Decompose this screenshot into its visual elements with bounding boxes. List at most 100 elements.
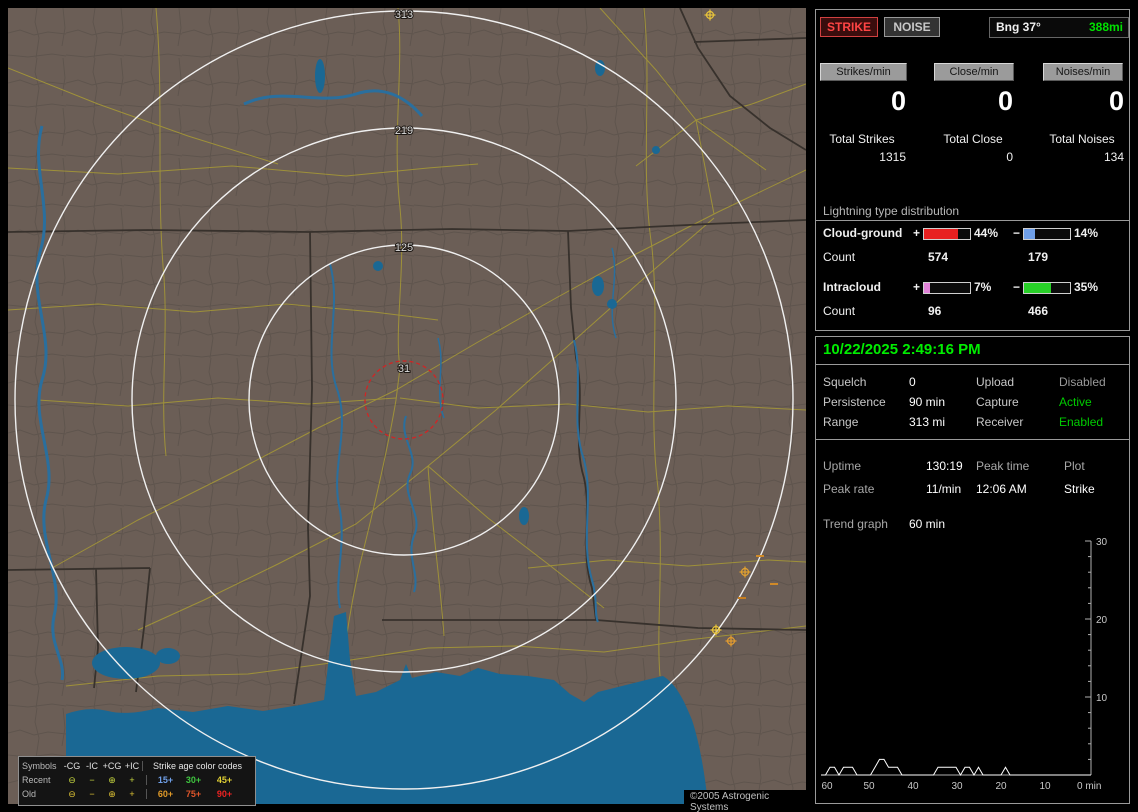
age-30-label: 30+ — [185, 775, 202, 785]
legend-old-row: Old ⊖ − ⊕ + 60+ 75+ 90+ — [22, 787, 252, 801]
xtick-50: 50 — [863, 781, 875, 792]
total-close-value: 0 — [1006, 150, 1013, 164]
neg-ic-icon: − — [89, 775, 95, 785]
legend-header-pos-ic: +IC — [124, 761, 140, 771]
minus-sign: − — [1013, 226, 1021, 240]
legend-header-neg-cg: -CG — [63, 761, 81, 771]
age-75-label: 75+ — [185, 789, 202, 799]
plot-label: Plot — [1064, 459, 1085, 473]
ring-label-219: 219 — [395, 125, 413, 137]
total-noises-value: 134 — [1103, 150, 1124, 164]
cg-plus-count: 574 — [928, 250, 949, 264]
map-view[interactable]: 31 125 219 313 Symbols -CG -IC +CG +IC S… — [8, 8, 806, 812]
cloud-ground-row: Cloud-ground + 44% − 14% — [816, 226, 1129, 241]
legend-header-row: Symbols -CG -IC +CG +IC Strike age color… — [22, 759, 252, 773]
cg-minus-count: 179 — [1028, 250, 1049, 264]
datetime-display: 10/22/2025 2:49:16 PM — [823, 341, 981, 358]
distribution-title: Lightning type distribution — [823, 204, 960, 218]
ytick-30: 30 — [1096, 537, 1108, 548]
cloud-ground-label: Cloud-ground — [823, 226, 903, 240]
legend-recent-label: Recent — [22, 775, 51, 785]
age-90-label: 90+ — [216, 789, 233, 799]
total-strikes-value: 1315 — [879, 150, 906, 164]
total-strikes-label: Total Strikes — [829, 132, 895, 146]
squelch-value: 0 — [909, 375, 916, 389]
status-row: Range 313 mi Receiver Enabled — [816, 415, 1129, 433]
distance-value: 388mi — [1088, 20, 1123, 34]
xtick-40: 40 — [907, 781, 919, 792]
pos-ic-icon: + — [129, 775, 135, 785]
status-row: Persistence 90 min Capture Active — [816, 395, 1129, 413]
legend-age-header: Strike age color codes — [142, 761, 252, 771]
squelch-label: Squelch — [823, 375, 867, 389]
ic-plus-percent: 7% — [974, 280, 992, 294]
close-per-min-value: 0 — [997, 86, 1013, 116]
xtick-20: 20 — [995, 781, 1007, 792]
uptime-value: 130:19 — [926, 459, 963, 473]
total-close-label: Total Close — [943, 132, 1003, 146]
age-45-label: 45+ — [216, 775, 233, 785]
noise-button[interactable]: NOISE — [884, 17, 940, 37]
cg-plus-bar — [923, 228, 971, 240]
noises-per-min-button[interactable]: Noises/min — [1043, 63, 1123, 81]
uptime-row: Uptime 130:19 Peak time Plot — [816, 459, 1129, 477]
neg-cg-icon: ⊖ — [68, 788, 76, 799]
capture-value: Active — [1059, 395, 1092, 409]
copyright-label: ©2005 Astrogenic Systems — [684, 790, 806, 812]
trend-graph: 30 20 10 60 50 40 30 20 10 0 min — [821, 537, 1108, 792]
ic-plus-bar — [923, 282, 971, 294]
range-value: 313 mi — [909, 415, 946, 429]
persistence-label: Persistence — [823, 395, 886, 409]
strikes-per-min-value: 0 — [890, 86, 906, 116]
app-window: 31 125 219 313 Symbols -CG -IC +CG +IC S… — [0, 0, 1138, 812]
plus-sign: + — [913, 226, 921, 240]
plus-sign: + — [913, 280, 921, 294]
ring-label-313: 313 — [395, 9, 413, 21]
strike-counters-panel: STRIKE NOISE Bng 37° 388mi Strikes/min C… — [815, 9, 1130, 331]
noises-per-min-value: 0 — [1108, 86, 1124, 116]
ytick-10: 10 — [1096, 693, 1108, 704]
strike-button[interactable]: STRIKE — [820, 17, 878, 37]
trend-ticks — [1085, 540, 1091, 776]
peak-rate-value: 11/min — [926, 482, 962, 496]
legend-header-neg-ic: -IC — [86, 761, 98, 771]
xtick-60: 60 — [821, 781, 833, 792]
intracloud-count-row: Count 96 466 — [816, 304, 1129, 319]
bearing-display: Bng 37° 388mi — [989, 17, 1129, 38]
intracloud-label: Intracloud — [823, 280, 882, 294]
ring-label-125: 125 — [395, 242, 413, 254]
persistence-value: 90 min — [909, 395, 946, 409]
cloud-ground-count-row: Count 574 179 — [816, 250, 1129, 265]
trend-line — [821, 758, 1091, 777]
close-per-min-button[interactable]: Close/min — [934, 63, 1014, 81]
neg-ic-icon: − — [89, 789, 95, 799]
age-15-label: 15+ — [146, 775, 178, 785]
legend-old-label: Old — [22, 789, 37, 799]
lake-pontchartrain — [92, 647, 160, 679]
legend-header-pos-cg: +CG — [102, 761, 122, 771]
cg-minus-percent: 14% — [1074, 226, 1099, 240]
status-row: Squelch 0 Upload Disabled — [816, 375, 1129, 393]
total-noises-label: Total Noises — [1049, 132, 1115, 146]
strikes-per-min-button[interactable]: Strikes/min — [820, 63, 907, 81]
peak-time-value: 12:06 AM — [976, 482, 1027, 496]
map-legend: Symbols -CG -IC +CG +IC Strike age color… — [18, 756, 256, 806]
count-label: Count — [823, 250, 856, 264]
pos-cg-icon: ⊕ — [108, 774, 116, 785]
legend-symbols-label: Symbols — [22, 761, 57, 771]
plot-value: Strike — [1064, 482, 1095, 496]
count-label: Count — [823, 304, 856, 318]
map-svg: 31 125 219 313 — [8, 8, 806, 804]
xtick-0: 0 min — [1077, 781, 1101, 792]
ic-minus-percent: 35% — [1074, 280, 1099, 294]
peak-time-label: Peak time — [976, 459, 1030, 473]
peak-rate-label: Peak rate — [823, 482, 875, 496]
upload-value: Disabled — [1059, 375, 1106, 389]
ring-label-31: 31 — [398, 363, 410, 375]
cg-plus-percent: 44% — [974, 226, 999, 240]
divider — [816, 220, 1129, 221]
trend-graph-label: Trend graph — [823, 517, 888, 531]
xtick-30: 30 — [951, 781, 963, 792]
divider — [816, 439, 1129, 440]
range-label: Range — [823, 415, 859, 429]
